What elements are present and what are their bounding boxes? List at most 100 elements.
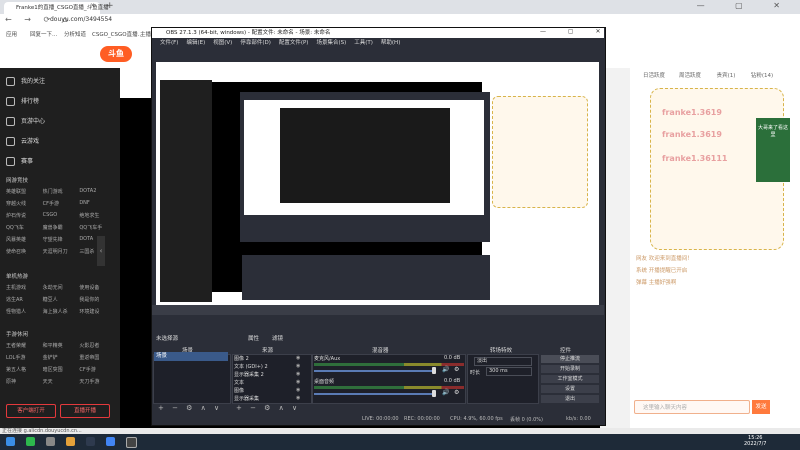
category-link[interactable]: 海上狼人杀 — [43, 308, 80, 315]
bookmark-item[interactable]: 主播 — [140, 30, 151, 38]
steam-icon[interactable] — [86, 437, 95, 446]
duration-input[interactable]: 300 ms — [486, 367, 532, 376]
category-link[interactable]: 风暴英雄 — [6, 236, 43, 243]
category-link[interactable]: 天天 — [43, 378, 80, 385]
gear-icon[interactable]: ⚙ — [454, 389, 459, 396]
sidebar-item-webgame[interactable]: 页游中心 — [6, 116, 45, 126]
chrome-icon[interactable] — [106, 437, 115, 446]
menu-profile[interactable]: 配置文件(P) — [279, 38, 309, 48]
folder-icon[interactable] — [66, 437, 75, 446]
category-link[interactable]: DNF — [79, 200, 116, 207]
menu-tools[interactable]: 工具(T) — [354, 38, 373, 48]
category-link[interactable]: LOL手游 — [6, 354, 43, 361]
category-link[interactable]: 糖豆人 — [43, 296, 80, 303]
speaker-icon[interactable]: 🔊 — [442, 389, 449, 396]
tab-daily[interactable]: 日活跃度 — [636, 71, 672, 79]
menu-edit[interactable]: 编辑(E) — [186, 38, 205, 48]
douyu-logo[interactable]: 斗鱼 — [100, 46, 132, 62]
windows-start-icon[interactable] — [6, 437, 15, 446]
chat-input[interactable]: 这里输入聊天内容 — [634, 400, 750, 414]
category-mobile[interactable]: 手游休闲 — [6, 330, 28, 338]
source-item[interactable]: 文本 ◉ — [234, 379, 300, 386]
stop-streaming-button[interactable]: 停止推流 — [541, 355, 599, 363]
category-link[interactable]: CSGO — [43, 212, 80, 219]
category-link[interactable]: 魔兽争霸 — [43, 224, 80, 231]
address-bar[interactable]: douyu.com/3494554 — [50, 16, 112, 23]
eye-icon[interactable]: ◉ — [296, 363, 300, 369]
category-link[interactable]: 永劫无间 — [43, 284, 80, 291]
scene-dock-buttons[interactable]: + − ⚙ ∧ ∨ — [158, 404, 222, 412]
transition-select[interactable]: 淡出 — [474, 357, 532, 366]
settings-button[interactable]: 设置 — [541, 385, 599, 393]
category-link[interactable]: 穿越火线 — [6, 200, 43, 207]
menu-file[interactable]: 文件(F) — [160, 38, 178, 48]
category-link[interactable]: 英雄联盟 — [6, 188, 43, 195]
speaker-icon[interactable]: 🔊 — [442, 366, 449, 373]
category-link[interactable]: CF手游 — [43, 200, 80, 207]
source-item[interactable]: 显示器采集 2 ◉ — [234, 371, 300, 378]
bookmark-item[interactable]: CSGO_CSGO直播.. — [92, 30, 141, 38]
category-link[interactable]: 使用设备 — [79, 284, 116, 291]
sidebar-item-follow[interactable]: 我的关注 — [6, 76, 45, 86]
start-recording-button[interactable]: 开始录制 — [541, 365, 599, 373]
category-link[interactable]: 火影忍者 — [79, 342, 116, 349]
category-link[interactable]: QQ飞车手 — [79, 224, 116, 231]
scene-item[interactable]: 场景 — [154, 352, 228, 361]
category-link[interactable]: 和平精英 — [43, 342, 80, 349]
category-link[interactable]: 金铲铲 — [43, 354, 80, 361]
filters-button[interactable]: 滤镜 — [272, 334, 283, 342]
category-link[interactable]: 炉石传说 — [6, 212, 43, 219]
eye-icon[interactable]: ◉ — [296, 387, 300, 393]
new-tab-button[interactable]: + — [106, 1, 114, 11]
category-link[interactable]: 重返帝国 — [79, 354, 116, 361]
category-link[interactable]: 暗区突围 — [43, 366, 80, 373]
app-icon[interactable] — [46, 437, 55, 446]
browser-window-controls[interactable]: — ▢ ✕ — [697, 1, 794, 10]
sidebar-item-cloudgame[interactable]: 云游戏 — [6, 136, 39, 146]
category-link[interactable]: DOTA2 — [79, 188, 116, 195]
category-link[interactable]: 主机游戏 — [6, 284, 43, 291]
source-item[interactable]: 显示器采集 ◉ — [234, 395, 300, 402]
volume-slider[interactable] — [314, 370, 434, 372]
category-link[interactable]: 原神 — [6, 378, 43, 385]
category-link[interactable]: 怪物猎人 — [6, 308, 43, 315]
wechat-icon[interactable] — [26, 437, 35, 446]
eye-icon[interactable]: ◉ — [296, 371, 300, 377]
send-button[interactable]: 发送 — [752, 400, 770, 414]
menu-docks[interactable]: 停靠部件(D) — [240, 38, 271, 48]
category-link[interactable]: 使命召唤 — [6, 248, 43, 255]
volume-knob[interactable] — [432, 367, 436, 374]
studio-mode-button[interactable]: 工作室模式 — [541, 375, 599, 383]
bookmark-item[interactable]: 分析知道 — [64, 30, 86, 38]
start-stream-button[interactable]: 直播开播 — [60, 404, 110, 418]
source-item[interactable]: 文本 (GDI+) 2 ◉ — [234, 363, 300, 370]
category-link[interactable]: 王者荣耀 — [6, 342, 43, 349]
source-item[interactable]: 图像 ◉ — [234, 387, 300, 394]
exit-button[interactable]: 退出 — [541, 395, 599, 403]
gear-icon[interactable]: ⚙ — [454, 366, 459, 373]
category-link[interactable]: CF手游 — [79, 366, 116, 373]
tab-diamond[interactable]: 钻粉(14) — [744, 71, 780, 79]
eye-icon[interactable]: ◉ — [296, 355, 300, 361]
category-link[interactable]: 天刀手游 — [79, 378, 116, 385]
bookmark-item[interactable]: 回复一下... — [30, 30, 57, 38]
volume-slider[interactable] — [314, 393, 434, 395]
category-link[interactable]: 热门游戏 — [43, 188, 80, 195]
eye-icon[interactable]: ◉ — [296, 379, 300, 385]
sidebar-item-ranking[interactable]: 排行榜 — [6, 96, 39, 106]
bookmark-item[interactable]: 应用 — [6, 30, 17, 38]
category-link[interactable]: 守望先锋 — [43, 236, 80, 243]
menu-scene-collection[interactable]: 场景集合(S) — [316, 38, 346, 48]
close-tab-icon[interactable]: × — [90, 2, 95, 9]
sidebar-collapse-button[interactable]: ‹ — [97, 236, 105, 266]
volume-knob[interactable] — [432, 390, 436, 397]
sidebar-item-esports[interactable]: 赛事 — [6, 156, 33, 166]
properties-button[interactable]: 属性 — [248, 334, 259, 342]
category-link[interactable]: 我是你的 — [79, 296, 116, 303]
category-link[interactable]: 环境建设 — [79, 308, 116, 315]
category-online[interactable]: 网游竞技 — [6, 176, 28, 184]
menu-view[interactable]: 视图(V) — [213, 38, 232, 48]
tab-vip[interactable]: 贵宾(1) — [708, 71, 744, 79]
category-link[interactable]: 逃生AR — [6, 296, 43, 303]
menu-help[interactable]: 帮助(H) — [381, 38, 400, 48]
